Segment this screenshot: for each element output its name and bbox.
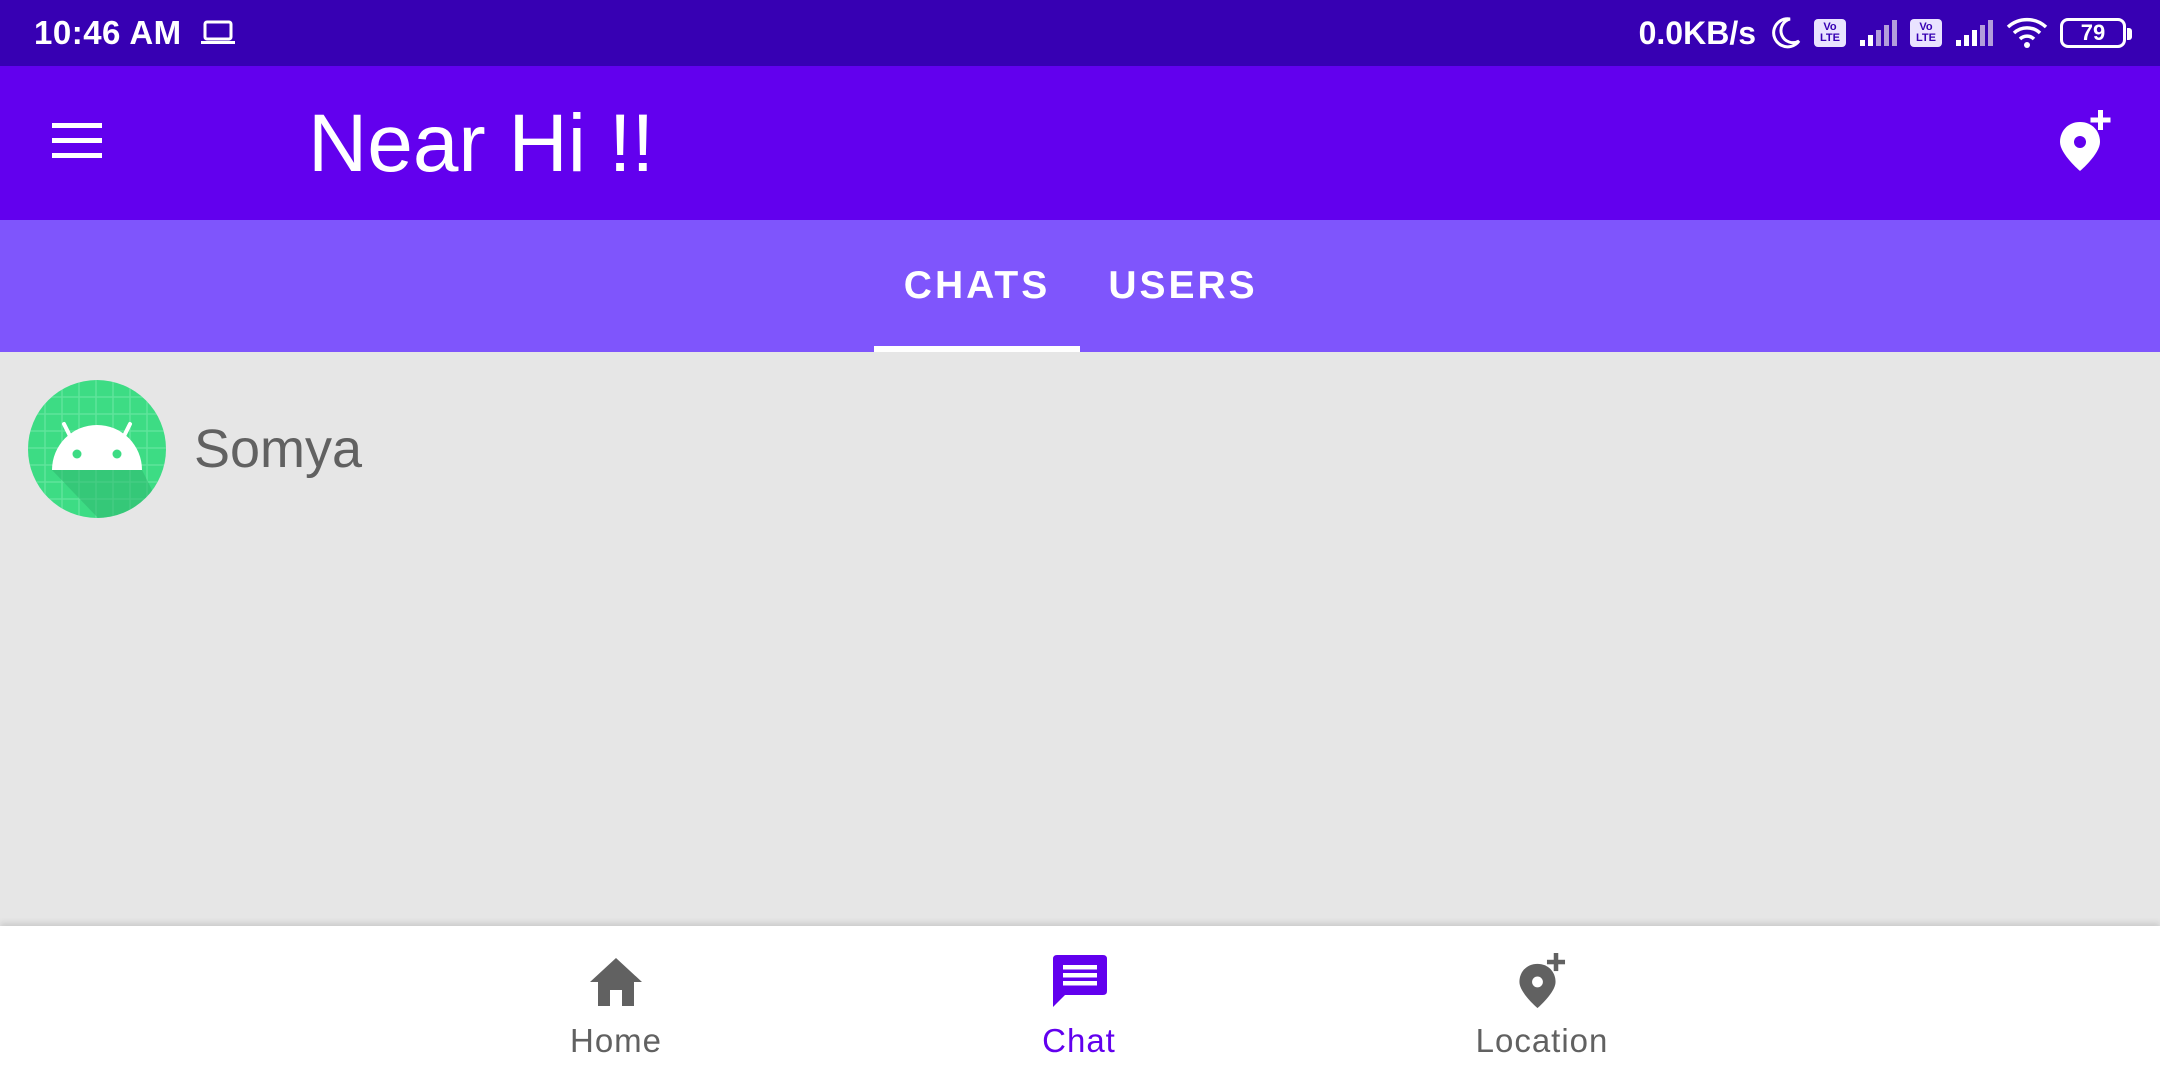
wifi-icon: [2006, 17, 2048, 49]
chat-contact-name: Somya: [194, 419, 363, 479]
volte-label-bottom: LTE: [1916, 32, 1936, 44]
status-bar-left: 10:46 AM: [34, 14, 236, 52]
nav-item-home[interactable]: Home: [466, 926, 766, 1080]
network-speed: 0.0KB/s: [1638, 14, 1756, 51]
moon-icon: [1768, 16, 1802, 50]
laptop-icon: [200, 18, 236, 48]
menu-icon: [50, 121, 104, 166]
status-bar: 10:46 AM 0.0KB/s Vo LTE Vo LTE 79: [0, 0, 2160, 66]
nav-item-chat[interactable]: Chat: [929, 926, 1229, 1080]
volte-icon: Vo LTE: [1814, 19, 1846, 47]
app-title: Near Hi !!: [308, 98, 655, 189]
nav-item-location[interactable]: Location: [1392, 926, 1692, 1080]
signal-icon-2: [1954, 18, 1994, 48]
menu-button[interactable]: [38, 110, 116, 176]
app-bar: Near Hi !!: [0, 66, 2160, 220]
tab-chats[interactable]: CHATS: [874, 220, 1080, 352]
app-screen: 10:46 AM 0.0KB/s Vo LTE Vo LTE 79 Near H…: [0, 0, 2160, 1080]
battery-icon: 79: [2060, 18, 2132, 48]
status-time: 10:46 AM: [34, 14, 182, 51]
battery-level: 79: [2080, 20, 2106, 45]
signal-icon: [1858, 18, 1898, 48]
add-location-button[interactable]: [2046, 104, 2124, 182]
volte-icon-2: Vo LTE: [1910, 19, 1942, 47]
volte-label-bottom: LTE: [1820, 32, 1840, 44]
tab-users[interactable]: USERS: [1080, 220, 1286, 352]
chat-list: Somya: [0, 352, 2160, 926]
avatar: [28, 380, 166, 518]
chat-icon: [1049, 948, 1109, 1014]
list-item[interactable]: Somya: [0, 352, 2160, 552]
nav-label-location: Location: [1475, 1022, 1609, 1059]
nav-label-chat: Chat: [1042, 1022, 1116, 1059]
add-location-icon: [2054, 108, 2116, 179]
home-icon: [586, 948, 646, 1014]
android-icon: [28, 380, 166, 518]
tab-bar: CHATS USERS: [0, 220, 2160, 352]
status-bar-right: 0.0KB/s Vo LTE Vo LTE 79: [1638, 14, 2132, 52]
add-location-icon: [1514, 948, 1570, 1014]
bottom-navigation: Home Chat Location: [0, 926, 2160, 1080]
nav-label-home: Home: [569, 1022, 663, 1059]
